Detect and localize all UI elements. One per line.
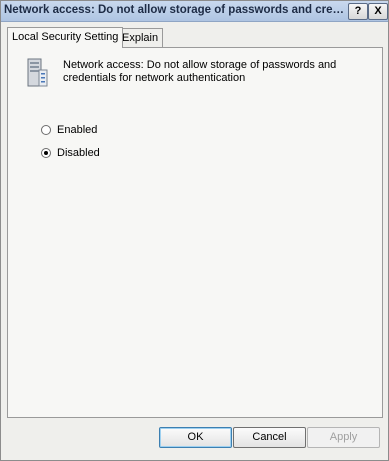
radio-disabled-circle[interactable] — [41, 148, 51, 158]
policy-description: Network access: Do not allow storage of … — [63, 59, 337, 84]
radio-enabled-label: Enabled — [57, 124, 98, 136]
tab-local-security-setting[interactable]: Local Security Setting — [7, 27, 124, 48]
policy-properties-dialog: Network access: Do not allow storage of … — [0, 0, 389, 461]
cancel-button[interactable]: Cancel — [233, 427, 306, 448]
window-title: Network access: Do not allow storage of … — [4, 4, 346, 16]
help-button[interactable]: ? — [348, 3, 368, 20]
settings-panel: Network access: Do not allow storage of … — [7, 47, 383, 418]
title-bar[interactable]: Network access: Do not allow storage of … — [1, 1, 388, 22]
radio-disabled[interactable]: Disabled — [41, 146, 100, 160]
tab-strip: Local Security Setting Explain — [7, 27, 383, 48]
tab-explain[interactable]: Explain — [117, 28, 164, 47]
close-button[interactable]: X — [368, 3, 388, 20]
radio-disabled-label: Disabled — [57, 147, 100, 159]
ok-button[interactable]: OK — [159, 427, 232, 448]
apply-button[interactable]: Apply — [307, 427, 380, 448]
radio-enabled-circle[interactable] — [41, 125, 51, 135]
radio-enabled[interactable]: Enabled — [41, 123, 97, 137]
server-policy-icon — [27, 58, 48, 87]
